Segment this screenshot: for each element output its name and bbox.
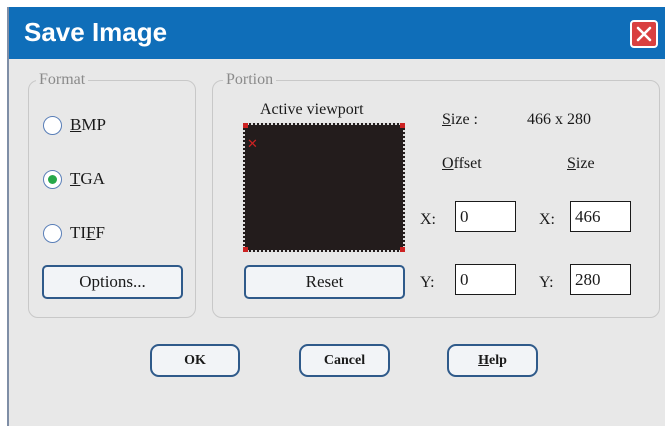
radio-bmp[interactable]: [43, 116, 62, 135]
size-x-label: X:: [539, 211, 555, 228]
save-image-dialog: Save Image Format BMP TGA TIFF Options..…: [7, 7, 665, 426]
close-button[interactable]: [630, 20, 658, 48]
cancel-button[interactable]: Cancel: [299, 344, 390, 377]
size-header: Size: [567, 154, 595, 174]
size-header-mnemonic: S: [567, 155, 576, 172]
viewport-handle-bottom-right[interactable]: [400, 247, 405, 252]
size-y-label: Y:: [539, 274, 554, 291]
radio-label-tiff-prefix: TI: [70, 223, 87, 242]
reset-button[interactable]: Reset: [244, 265, 405, 299]
radio-tiff[interactable]: [43, 224, 62, 243]
offset-x-label: X:: [420, 211, 436, 228]
offset-y-field[interactable]: 0: [455, 264, 516, 295]
help-button-mnemonic: H: [478, 352, 489, 368]
size-x-field[interactable]: 466: [570, 201, 631, 232]
radio-label-tga-mnemonic: T: [70, 169, 81, 188]
radio-label-tga-suffix: GA: [80, 169, 105, 188]
offset-y-label: Y:: [420, 274, 435, 291]
help-button[interactable]: Help: [447, 344, 538, 377]
dialog-title: Save Image: [24, 17, 168, 47]
offset-header: Offset: [442, 154, 482, 174]
offset-header-rest: ffset: [453, 155, 482, 172]
portion-legend: Portion: [223, 71, 277, 89]
format-legend: Format: [36, 71, 89, 89]
viewport-handle-top-right[interactable]: [400, 123, 405, 128]
size-y-field[interactable]: 280: [570, 264, 631, 295]
viewport-handle-top-left[interactable]: [243, 123, 248, 128]
size-label-rest: ize :: [450, 111, 478, 128]
title-bar[interactable]: Save Image: [9, 7, 665, 59]
size-header-rest: ize: [575, 155, 595, 172]
radio-label-tga[interactable]: TGA: [70, 169, 105, 189]
radio-label-tiff[interactable]: TIFF: [70, 223, 105, 243]
offset-x-field[interactable]: 0: [455, 201, 516, 232]
radio-label-bmp-mnemonic: B: [70, 115, 82, 134]
help-button-rest: elp: [489, 352, 507, 368]
offset-header-mnemonic: O: [442, 155, 454, 172]
active-viewport-label: Active viewport: [260, 101, 364, 118]
radio-label-bmp[interactable]: BMP: [70, 115, 106, 135]
viewport-marker-icon: ✕: [247, 136, 258, 151]
radio-label-tiff-suffix: F: [95, 223, 105, 242]
radio-label-tiff-mnemonic: F: [86, 223, 96, 242]
ok-button[interactable]: OK: [150, 344, 240, 377]
size-label-mnemonic: S: [442, 111, 451, 128]
size-label: Size :: [442, 110, 478, 130]
size-value: 466 x 280: [527, 111, 591, 128]
radio-tga[interactable]: [43, 170, 62, 189]
viewport-preview[interactable]: ✕: [243, 123, 405, 252]
radio-label-bmp-suffix: MP: [81, 115, 106, 134]
close-icon: [636, 26, 652, 42]
viewport-handle-bottom-left[interactable]: [243, 247, 248, 252]
options-button[interactable]: Options...: [42, 265, 183, 299]
